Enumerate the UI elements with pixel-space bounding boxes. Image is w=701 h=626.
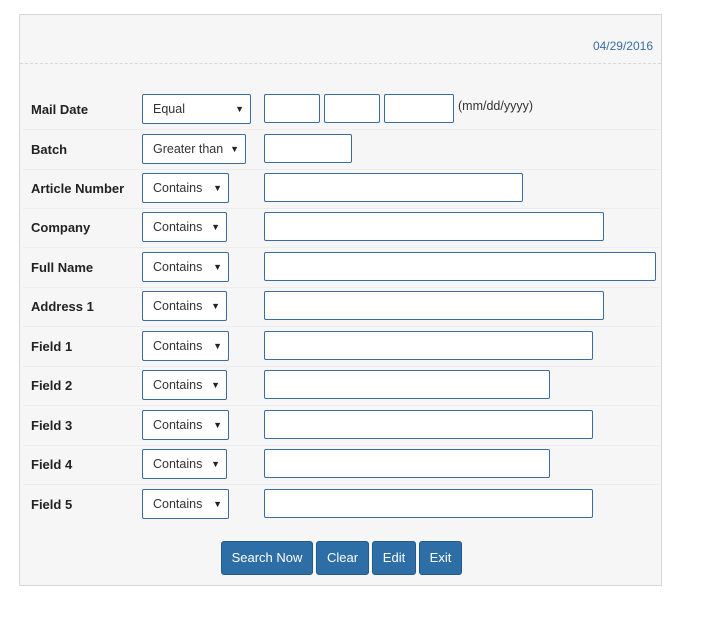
address-1-operator-value: Contains <box>153 299 203 313</box>
chevron-down-icon: ▼ <box>213 341 222 351</box>
field-3-operator-select[interactable]: Contains ▼ <box>142 410 229 440</box>
field-4-input[interactable] <box>264 449 550 478</box>
article-number-label: Article Number <box>31 181 125 196</box>
company-label: Company <box>31 220 91 235</box>
field-1-operator-value: Contains <box>153 339 203 353</box>
full-name-input[interactable] <box>264 252 656 281</box>
article-number-input[interactable] <box>264 173 523 202</box>
field-2-input[interactable] <box>264 370 550 399</box>
address-1-input[interactable] <box>264 291 604 320</box>
chevron-down-icon: ▼ <box>213 420 222 430</box>
row-article-number: Article Number Contains ▼ <box>23 170 659 209</box>
field-1-label: Field 1 <box>31 339 73 354</box>
batch-operator-select[interactable]: Greater than ▼ <box>142 134 246 164</box>
action-button-bar: Search Now Clear Edit Exit <box>20 541 661 575</box>
chevron-down-icon: ▼ <box>230 144 239 154</box>
full-name-label: Full Name <box>31 260 94 275</box>
search-now-button[interactable]: Search Now <box>221 541 313 575</box>
address-1-label: Address 1 <box>31 299 94 314</box>
company-input[interactable] <box>264 212 604 241</box>
chevron-down-icon: ▼ <box>235 104 244 114</box>
row-field-4: Field 4 Contains ▼ <box>23 446 659 485</box>
field-5-operator-select[interactable]: Contains ▼ <box>142 489 229 519</box>
row-field-2: Field 2 Contains ▼ <box>23 367 659 406</box>
field-2-label: Field 2 <box>31 378 73 393</box>
mail-date-day-input[interactable] <box>324 94 380 123</box>
field-4-operator-select[interactable]: Contains ▼ <box>142 449 227 479</box>
row-field-3: Field 3 Contains ▼ <box>23 407 659 446</box>
row-company: Company Contains ▼ <box>23 209 659 248</box>
chevron-down-icon: ▼ <box>213 499 222 509</box>
batch-label: Batch <box>31 142 68 157</box>
exit-button[interactable]: Exit <box>419 541 462 575</box>
address-1-operator-select[interactable]: Contains ▼ <box>142 291 227 321</box>
clear-button[interactable]: Clear <box>316 541 369 575</box>
search-panel: 04/29/2016 Mail Date Equal ▼ (mm/dd/yyyy… <box>19 14 662 586</box>
company-operator-value: Contains <box>153 220 203 234</box>
chevron-down-icon: ▼ <box>213 183 222 193</box>
article-number-operator-value: Contains <box>153 181 203 195</box>
field-5-operator-value: Contains <box>153 497 203 511</box>
current-date: 04/29/2016 <box>592 39 653 53</box>
row-field-5: Field 5 Contains ▼ <box>23 486 659 524</box>
row-mail-date: Mail Date Equal ▼ (mm/dd/yyyy) <box>23 91 659 130</box>
chevron-down-icon: ▼ <box>213 262 222 272</box>
field-4-operator-value: Contains <box>153 457 203 471</box>
row-field-1: Field 1 Contains ▼ <box>23 328 659 367</box>
batch-operator-value: Greater than <box>153 142 224 156</box>
mail-date-operator-value: Equal <box>153 102 185 116</box>
mail-date-operator-select[interactable]: Equal ▼ <box>142 94 251 124</box>
row-batch: Batch Greater than ▼ <box>23 131 659 170</box>
field-4-label: Field 4 <box>31 457 73 472</box>
full-name-operator-value: Contains <box>153 260 203 274</box>
field-1-input[interactable] <box>264 331 593 360</box>
mail-date-label: Mail Date <box>31 102 89 117</box>
chevron-down-icon: ▼ <box>211 222 220 232</box>
field-5-input[interactable] <box>264 489 593 518</box>
field-5-label: Field 5 <box>31 497 73 512</box>
chevron-down-icon: ▼ <box>211 459 220 469</box>
header-divider <box>20 63 661 64</box>
chevron-down-icon: ▼ <box>211 380 220 390</box>
field-1-operator-select[interactable]: Contains ▼ <box>142 331 229 361</box>
full-name-operator-select[interactable]: Contains ▼ <box>142 252 229 282</box>
company-operator-select[interactable]: Contains ▼ <box>142 212 227 242</box>
field-3-label: Field 3 <box>31 418 73 433</box>
date-format-hint: (mm/dd/yyyy) <box>458 99 533 113</box>
mail-date-year-input[interactable] <box>384 94 454 123</box>
mail-date-month-input[interactable] <box>264 94 320 123</box>
row-full-name: Full Name Contains ▼ <box>23 249 659 288</box>
field-3-operator-value: Contains <box>153 418 203 432</box>
field-3-input[interactable] <box>264 410 593 439</box>
article-number-operator-select[interactable]: Contains ▼ <box>142 173 229 203</box>
field-2-operator-value: Contains <box>153 378 203 392</box>
chevron-down-icon: ▼ <box>211 301 220 311</box>
edit-button[interactable]: Edit <box>372 541 416 575</box>
field-2-operator-select[interactable]: Contains ▼ <box>142 370 227 400</box>
batch-input[interactable] <box>264 134 352 163</box>
row-address-1: Address 1 Contains ▼ <box>23 288 659 327</box>
